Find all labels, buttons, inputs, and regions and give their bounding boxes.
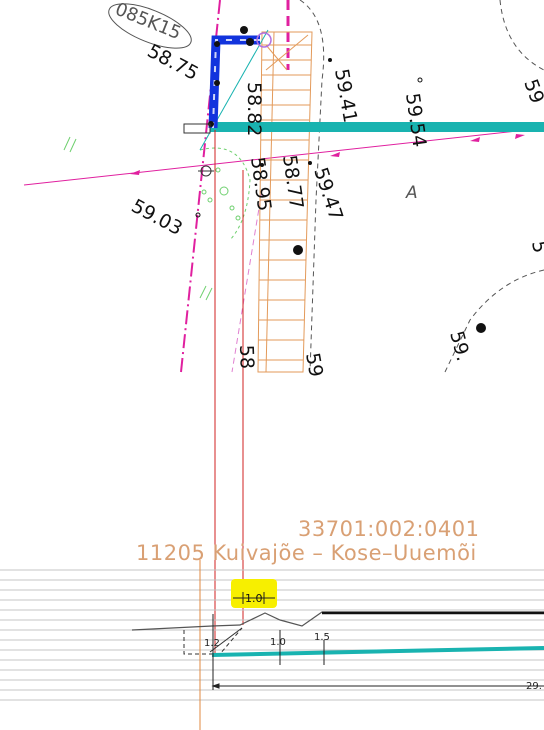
profile-cyan-line <box>211 646 544 657</box>
node-dot-2 <box>246 38 254 46</box>
elev-5882: 58.82 <box>243 82 265 136</box>
elev-5877: 58.77 <box>278 154 307 211</box>
axis-arrow-2 <box>330 152 340 157</box>
elev-59e: 59 <box>519 76 544 106</box>
node-dot-4 <box>214 41 220 47</box>
dim-1-2: 1.2 <box>204 638 220 649</box>
cad-drawing: 085K15 58.75 58.82 59.41 59.54 58.77 58.… <box>0 0 544 730</box>
ground-profile <box>131 611 544 631</box>
elev-58b: 58 <box>235 344 258 369</box>
axis-arrow-3 <box>470 137 480 142</box>
dim-1-0: 1.0 <box>270 637 286 648</box>
dim-29: 29. <box>526 681 542 692</box>
survey-point-2 <box>417 77 423 83</box>
elev-5d: 5 <box>527 239 544 255</box>
dim-highlight-1-0: 1.0 <box>245 592 263 605</box>
drawing-stage: 085K15 58.75 58.82 59.41 59.54 58.77 58.… <box>0 0 544 730</box>
axis-arrow-4 <box>515 134 525 139</box>
elev-59c: 59. <box>445 329 474 364</box>
parcel-id-label: 33701:002:0401 <box>298 517 479 541</box>
area-letter-a: A <box>405 183 418 203</box>
node-dot-1 <box>240 26 248 34</box>
survey-point-1 <box>328 58 332 62</box>
elev-5947: 59.47 <box>309 165 347 224</box>
dim-1-5: 1.5 <box>314 632 330 643</box>
elev-5c: 59 <box>301 351 327 379</box>
contour-curve-2 <box>499 0 544 71</box>
elev-5903: 59.03 <box>128 195 186 240</box>
label-085k15: 085K15 <box>112 0 184 44</box>
survey-point-4 <box>308 161 312 165</box>
elev-5954: 59.54 <box>401 92 430 149</box>
road-name-label: 11205 Kuivajõe – Kose–Uuemõi <box>136 541 477 565</box>
survey-point-7 <box>476 323 486 333</box>
elev-5941: 59.41 <box>330 67 361 124</box>
node-dot-5 <box>214 80 220 86</box>
elev-5875: 58.75 <box>144 40 202 85</box>
survey-point-6 <box>293 245 303 255</box>
axis-arrow-1 <box>130 170 140 175</box>
